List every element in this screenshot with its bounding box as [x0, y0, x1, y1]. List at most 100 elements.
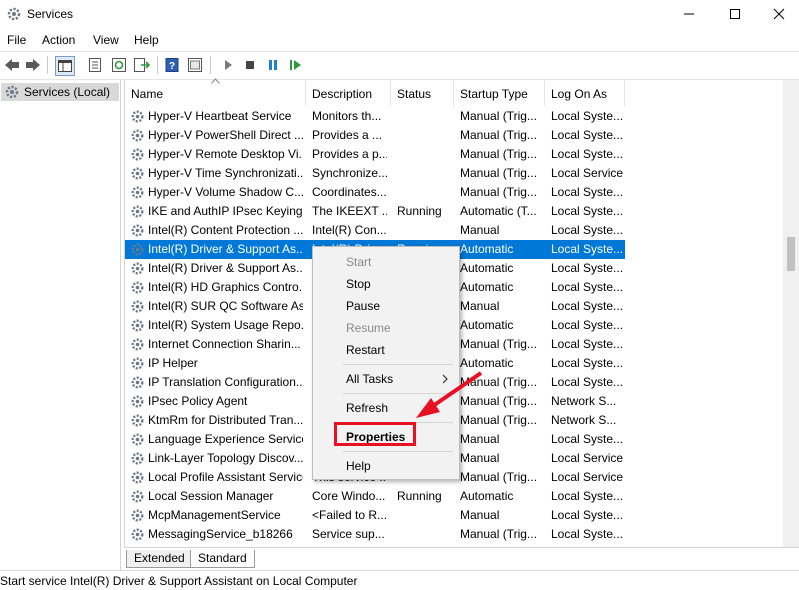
- gear-icon: [131, 357, 144, 370]
- column-header-status[interactable]: Status: [391, 80, 454, 106]
- cell-logon: Local Syste...: [551, 147, 623, 161]
- cell-startup: Manual (Trig...: [460, 375, 537, 389]
- column-header-log-on-as[interactable]: Log On As: [545, 80, 625, 106]
- maximize-icon: [730, 9, 740, 19]
- column-header-name[interactable]: Name: [125, 80, 306, 106]
- refresh-toolbar-button[interactable]: [110, 56, 128, 74]
- tree-item-label: Services (Local): [24, 85, 111, 99]
- table-row[interactable]: McpManagementService <Failed to R... Manua…: [125, 506, 625, 525]
- pause-service-button[interactable]: [264, 56, 282, 74]
- cell-logon: Local Syste...: [551, 128, 623, 142]
- start-service-button[interactable]: [219, 56, 237, 74]
- context-menu-restart[interactable]: Restart: [346, 343, 385, 357]
- cell-name: Internet Connection Sharin...: [148, 337, 301, 351]
- menu-file[interactable]: File: [7, 33, 26, 47]
- cell-description: Monitors th...: [312, 109, 382, 123]
- scrollbar-thumb[interactable]: [787, 237, 795, 271]
- cell-logon: Local Syste...: [551, 508, 623, 522]
- table-row[interactable]: Hyper-V Time Synchronizati... Synchronize…: [125, 164, 625, 183]
- cell-description: Synchronize...: [312, 166, 387, 180]
- table-row[interactable]: Hyper-V Volume Shadow C... Coordinates...…: [125, 183, 625, 202]
- table-row[interactable]: Local Session Manager Core Windo... Runnin…: [125, 487, 625, 506]
- restart-icon: [290, 60, 301, 70]
- table-row[interactable]: IKE and AuthIP IPsec Keying... The IKEEXT…: [125, 202, 625, 221]
- cell-startup: Automatic: [460, 489, 514, 503]
- cell-logon: Local Syste...: [551, 432, 623, 446]
- tree-item-services-local[interactable]: Services (Local): [1, 83, 119, 101]
- context-menu-pause[interactable]: Pause: [346, 299, 380, 313]
- refresh-icon: [112, 58, 126, 72]
- services-app-icon: [7, 7, 21, 21]
- restart-service-button[interactable]: [287, 56, 305, 74]
- cell-startup: Manual (Trig...: [460, 128, 537, 142]
- properties-highlight-box: [334, 422, 416, 446]
- minimize-button[interactable]: [666, 0, 712, 28]
- back-button[interactable]: [3, 56, 21, 74]
- tab-standard[interactable]: Standard: [190, 550, 255, 568]
- table-row[interactable]: Hyper-V Remote Desktop Vi... Provides a p…: [125, 145, 625, 164]
- context-menu-help[interactable]: Help: [346, 459, 371, 473]
- show-hide-console-tree-button[interactable]: [55, 56, 75, 76]
- status-text: Start service Intel(R) Driver & Support …: [0, 574, 358, 588]
- column-header-description[interactable]: Description: [306, 80, 391, 106]
- cell-name: MessagingService_b18266: [148, 527, 293, 541]
- table-row[interactable]: Hyper-V Heartbeat Service Monitors th... M…: [125, 107, 625, 126]
- toolbar-separator: [157, 56, 158, 74]
- cell-startup: Manual (Trig...: [460, 166, 537, 180]
- cell-description: <Failed to R...: [312, 508, 387, 522]
- console-window-icon: [188, 58, 202, 72]
- gear-icon: [131, 509, 144, 522]
- gear-icon: [131, 167, 144, 180]
- cell-name: KtmRm for Distributed Tran...: [148, 413, 303, 427]
- cell-logon: Local Syste...: [551, 356, 623, 370]
- cell-startup: Automatic: [460, 280, 514, 294]
- stop-service-button[interactable]: [241, 56, 259, 74]
- submenu-chevron-icon: [442, 374, 448, 384]
- context-menu-all-tasks[interactable]: All Tasks: [346, 372, 393, 386]
- gear-icon: [131, 395, 144, 408]
- table-row[interactable]: Hyper-V PowerShell Direct ... Provides a …: [125, 126, 625, 145]
- cell-startup: Automatic: [460, 261, 514, 275]
- back-arrow-icon: [5, 59, 19, 71]
- gear-icon: [5, 85, 19, 99]
- cell-name: Intel(R) Content Protection ...: [148, 223, 303, 237]
- cell-logon: Local Syste...: [551, 109, 623, 123]
- toolbar: ?: [0, 51, 799, 80]
- menu-help[interactable]: Help: [134, 33, 159, 47]
- cell-logon: Local Syste...: [551, 280, 623, 294]
- cell-status: Running: [397, 204, 442, 218]
- cell-description: Core Windo...: [312, 489, 386, 503]
- cell-name: Intel(R) System Usage Repo...: [148, 318, 303, 332]
- tab-extended[interactable]: Extended: [126, 550, 193, 568]
- gear-icon: [131, 300, 144, 313]
- title-bar: Services: [0, 0, 799, 30]
- close-button[interactable]: [756, 0, 799, 28]
- gear-icon: [131, 490, 144, 503]
- forward-button[interactable]: [24, 56, 42, 74]
- cell-name: McpManagementService: [148, 508, 281, 522]
- table-row[interactable]: Intel(R) Content Protection ... Intel(R) …: [125, 221, 625, 240]
- help-book-icon: ?: [165, 58, 179, 72]
- gear-icon: [131, 433, 144, 446]
- cell-name: Local Profile Assistant Service: [148, 470, 303, 484]
- mmc-console-button[interactable]: [186, 56, 204, 74]
- cell-startup: Automatic: [460, 242, 514, 256]
- context-menu-refresh[interactable]: Refresh: [346, 401, 388, 415]
- table-row[interactable]: MessagingService_b18266 Service sup... Man…: [125, 525, 625, 544]
- cell-name: Intel(R) SUR QC Software As...: [148, 299, 303, 313]
- properties-toolbar-button[interactable]: [86, 56, 104, 74]
- cell-name: Hyper-V Remote Desktop Vi...: [148, 147, 303, 161]
- column-header-startup-type[interactable]: Startup Type: [454, 80, 545, 106]
- cell-startup: Manual (Trig...: [460, 527, 537, 541]
- menu-action[interactable]: Action: [42, 33, 75, 47]
- maximize-button[interactable]: [712, 0, 758, 28]
- play-icon: [225, 60, 232, 70]
- cell-name: Intel(R) Driver & Support As...: [148, 242, 303, 256]
- context-menu-stop[interactable]: Stop: [346, 277, 371, 291]
- vertical-scrollbar[interactable]: [783, 80, 799, 547]
- menu-view[interactable]: View: [93, 33, 119, 47]
- export-list-button[interactable]: [133, 56, 151, 74]
- help-toolbar-button[interactable]: ?: [163, 56, 181, 74]
- gear-icon: [131, 414, 144, 427]
- cell-logon: Local Syste...: [551, 489, 623, 503]
